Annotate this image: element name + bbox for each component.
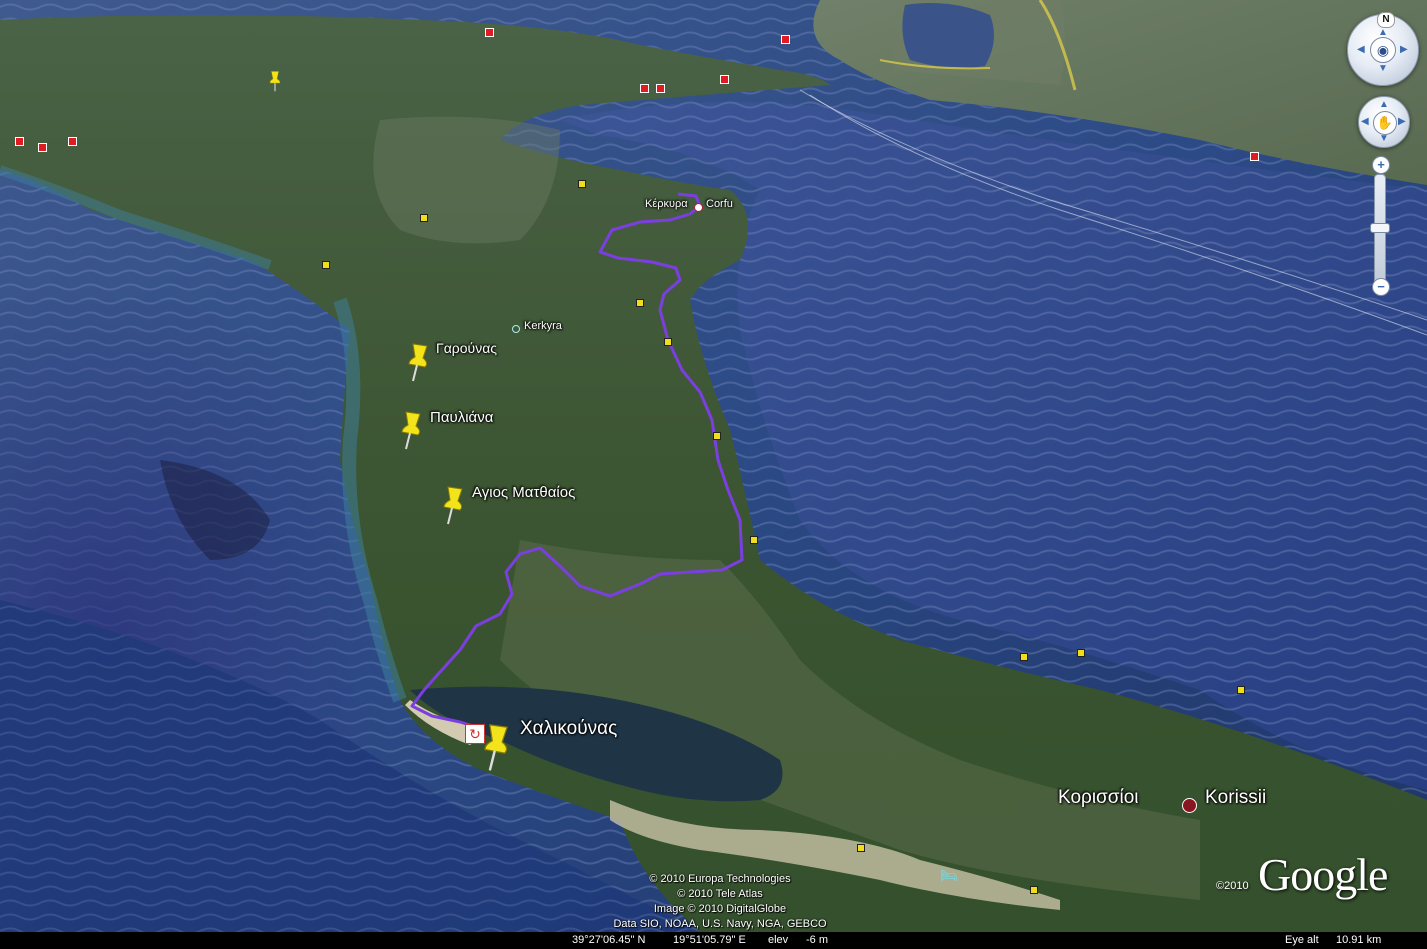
dive-site-icon[interactable] xyxy=(720,75,729,84)
city-dot-icon[interactable] xyxy=(694,203,703,212)
poi-icon[interactable] xyxy=(1030,886,1038,894)
zoom-in-button[interactable]: + xyxy=(1372,156,1390,174)
label-korissii: Korissii xyxy=(1205,787,1267,808)
dive-site-icon[interactable] xyxy=(15,137,24,146)
poi-icon[interactable] xyxy=(1237,686,1245,694)
hotel-icon[interactable]: 🛏 xyxy=(940,868,962,882)
elev-value: -6 m xyxy=(806,934,828,946)
label-agios-matthaios: Αγιος Ματθαίος xyxy=(472,484,576,501)
pan-left-icon[interactable]: ◀ xyxy=(1361,116,1369,127)
region-dot-icon[interactable] xyxy=(512,325,520,333)
north-button[interactable]: N xyxy=(1377,12,1395,28)
poi-icon[interactable] xyxy=(857,844,865,852)
move-joystick[interactable]: ▲ ▼ ◀ ▶ ✋ xyxy=(1358,96,1410,148)
eye-icon[interactable]: ◉ xyxy=(1370,37,1396,63)
poi-icon[interactable] xyxy=(636,299,644,307)
attribution-line: © 2010 Tele Atlas xyxy=(677,888,763,900)
pan-up-icon[interactable]: ▲ xyxy=(1379,99,1389,110)
arrow-left-icon[interactable]: ◀ xyxy=(1357,44,1365,55)
navigation-controls: N ▲ ▼ ◀ ▶ ◉ ▲ ▼ ◀ ▶ ✋ + − xyxy=(1344,6,1424,306)
pushpin-chalikounas-icon[interactable] xyxy=(480,722,512,772)
globe-view[interactable]: 🛏 ↻ Κέρκυρα Corfu Kerkyra Γαρούνας Παυλι… xyxy=(0,0,1427,949)
label-pavliana: Παυλιάνα xyxy=(430,409,494,426)
attribution-line: Image © 2010 DigitalGlobe xyxy=(653,903,787,915)
poi-icon[interactable] xyxy=(750,536,758,544)
poi-icon[interactable] xyxy=(1077,649,1085,657)
label-kerkyra: Kerkyra xyxy=(524,320,562,332)
poi-icon[interactable] xyxy=(664,338,672,346)
pan-right-icon[interactable]: ▶ xyxy=(1398,116,1406,127)
google-logo: Google xyxy=(1258,849,1388,900)
label-corfu: Corfu xyxy=(706,198,733,210)
pushpin-agios-matthaios-icon[interactable] xyxy=(440,485,466,525)
arrow-down-icon[interactable]: ▼ xyxy=(1378,63,1388,74)
eye-alt-value: 10.91 km xyxy=(1336,934,1382,946)
poi-icon[interactable] xyxy=(713,432,721,440)
zoom-out-button[interactable]: − xyxy=(1372,278,1390,296)
poi-icon[interactable] xyxy=(1020,653,1028,661)
label-chalikounas: Χαλικούνας xyxy=(520,718,618,739)
poi-icon[interactable] xyxy=(578,180,586,188)
eye-alt-label: Eye alt xyxy=(1285,934,1319,946)
attribution-line: © 2010 Europa Technologies xyxy=(649,873,791,885)
latitude-readout: 39°27'06.45" N xyxy=(572,934,646,946)
hand-icon[interactable]: ✋ xyxy=(1373,111,1397,135)
label-garounas: Γαρούνας xyxy=(436,340,498,356)
pushpin-pavliana-icon[interactable] xyxy=(398,410,424,450)
dive-site-icon[interactable] xyxy=(1250,152,1259,161)
elev-label: elev xyxy=(768,934,789,946)
logo-year: ©2010 xyxy=(1216,880,1249,892)
status-bar: 39°27'06.45" N 19°51'05.79" E elev -6 m … xyxy=(0,932,1427,949)
pushpin-icon[interactable] xyxy=(268,70,282,92)
poi-icon[interactable] xyxy=(420,214,428,222)
attribution: © 2010 Europa Technologies © 2010 Tele A… xyxy=(560,872,880,932)
label-kerkyra-city: Κέρκυρα xyxy=(645,198,688,210)
longitude-readout: 19°51'05.79" E xyxy=(673,934,746,946)
dive-site-icon[interactable] xyxy=(640,84,649,93)
poi-icon[interactable] xyxy=(322,261,330,269)
attribution-line: Data SIO, NOAA, U.S. Navy, NGA, GEBCO xyxy=(613,918,827,930)
zoom-slider-handle[interactable] xyxy=(1370,223,1390,233)
dive-site-icon[interactable] xyxy=(38,143,47,152)
dive-site-icon[interactable] xyxy=(68,137,77,146)
arrow-right-icon[interactable]: ▶ xyxy=(1400,44,1408,55)
pushpin-garounas-icon[interactable] xyxy=(405,342,431,382)
dive-site-icon[interactable] xyxy=(781,35,790,44)
look-joystick[interactable]: N ▲ ▼ ◀ ▶ ◉ xyxy=(1347,12,1419,86)
label-korissioi: Κορισσίοι xyxy=(1058,787,1139,808)
dive-site-icon[interactable] xyxy=(485,28,494,37)
town-dot-icon[interactable] xyxy=(1182,798,1197,813)
dive-site-icon[interactable] xyxy=(656,84,665,93)
